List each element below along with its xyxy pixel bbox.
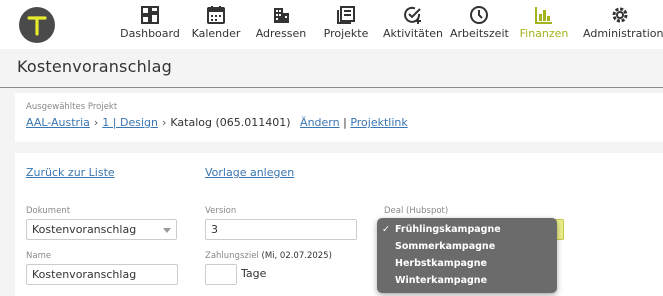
document-select[interactable]: Kostenvoranschlag	[26, 219, 177, 240]
app-logo[interactable]	[19, 7, 55, 43]
nav-item-finanzen[interactable]: Finanzen	[517, 0, 571, 49]
version-label: Version	[205, 206, 237, 216]
name-label: Name	[26, 251, 52, 261]
days-unit-label: Tage	[241, 267, 267, 280]
nav-item-aktivitaeten[interactable]: Aktivitäten	[383, 0, 443, 49]
top-navigation-bar: Dashboard Kalender Adressen Projekte Akt…	[0, 0, 663, 49]
breadcrumb-separator: ›	[93, 116, 99, 129]
deal-option-label: Sommerkampagne	[395, 241, 496, 252]
document-select-value: Kostenvoranschlag	[32, 223, 137, 236]
breadcrumb-catalog: Katalog (065.011401)	[170, 116, 291, 129]
create-template-link[interactable]: Vorlage anlegen	[205, 166, 294, 179]
dashboard-icon	[141, 6, 159, 24]
nav-item-projekte[interactable]: Projekte	[320, 0, 372, 49]
change-project-link[interactable]: Ändern	[300, 116, 340, 129]
deal-option-label: Herbstkampagne	[395, 258, 487, 269]
link-divider: |	[343, 116, 347, 129]
nav-label: Administration	[583, 27, 663, 40]
projects-icon	[337, 6, 355, 24]
deal-label: Deal (Hubspot)	[384, 206, 449, 216]
payment-term-date-hint: (Mi, 02.07.2025)	[261, 251, 332, 261]
document-label: Dokument	[26, 206, 71, 216]
payment-term-label: Zahlungsziel (Mi, 02.07.2025)	[205, 251, 332, 261]
nav-label: Finanzen	[519, 27, 569, 40]
nav-label: Projekte	[323, 27, 369, 40]
nav-item-adressen[interactable]: Adressen	[254, 0, 308, 49]
building-icon	[274, 8, 289, 23]
deal-option-label: Winterkampagne	[395, 275, 488, 286]
chevron-down-icon	[163, 228, 171, 233]
deal-dropdown-menu: ✓ Frühlingskampagne Sommerkampagne Herbs…	[377, 218, 557, 293]
gear-icon	[612, 7, 628, 23]
nav-item-dashboard[interactable]: Dashboard	[120, 0, 180, 49]
payment-days-input[interactable]	[205, 264, 237, 285]
deal-option-fruehlingskampagne[interactable]: ✓ Frühlingskampagne	[377, 221, 557, 238]
nav-label: Aktivitäten	[383, 27, 443, 40]
breadcrumb: AAL-Austria › 1 | Design › Katalog (065.0114…	[26, 116, 408, 129]
deal-option-sommerkampagne[interactable]: Sommerkampagne	[377, 238, 557, 255]
calendar-icon	[207, 6, 225, 24]
nav-label: Dashboard	[120, 27, 180, 40]
deal-option-label: Frühlingskampagne	[395, 224, 501, 235]
checkmark-icon: ✓	[382, 224, 390, 235]
breadcrumb-project-link[interactable]: 1 | Design	[102, 116, 158, 129]
back-to-list-link[interactable]: Zurück zur Liste	[26, 166, 115, 179]
nav-item-administration[interactable]: Administration	[583, 0, 663, 49]
breadcrumb-company-link[interactable]: AAL-Austria	[26, 116, 90, 129]
payment-term-label-text: Zahlungsziel	[205, 251, 259, 261]
finance-chart-icon	[535, 7, 552, 24]
deal-option-winterkampagne[interactable]: Winterkampagne	[377, 272, 557, 289]
nav-label: Adressen	[255, 27, 307, 40]
activities-icon	[404, 6, 421, 24]
project-link[interactable]: Projektlink	[350, 116, 407, 129]
nav-item-arbeitszeit[interactable]: Arbeitszeit	[450, 0, 509, 49]
nav-item-kalender[interactable]: Kalender	[190, 0, 242, 49]
clock-icon	[470, 6, 488, 24]
name-input[interactable]: Kostenvoranschlag	[26, 264, 178, 285]
deal-option-herbstkampagne[interactable]: Herbstkampagne	[377, 255, 557, 272]
selected-project-caption: Ausgewähltes Projekt	[26, 102, 118, 112]
page-title: Kostenvoranschlag	[17, 57, 172, 76]
nav-label: Kalender	[191, 27, 241, 40]
nav-label: Arbeitszeit	[450, 27, 509, 40]
logo-icon	[27, 16, 47, 36]
version-input[interactable]: 3	[205, 219, 357, 240]
breadcrumb-separator: ›	[161, 116, 167, 129]
title-divider	[0, 87, 663, 88]
